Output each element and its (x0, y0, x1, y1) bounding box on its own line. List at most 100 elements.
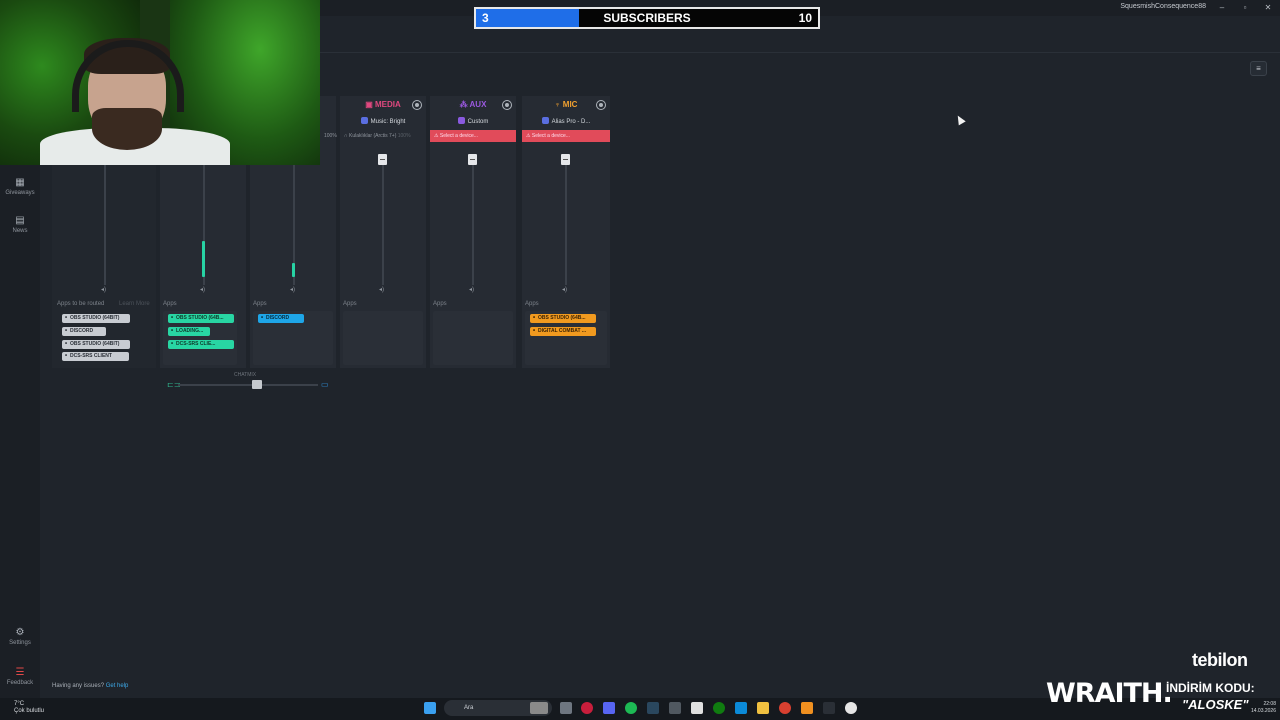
routed-apps-list: OBS STUDIO (64BIT) DISCORD OBS STUDIO (6… (57, 311, 151, 365)
discord-icon[interactable] (603, 702, 615, 714)
mic-fader-track[interactable] (565, 160, 567, 285)
app-chip[interactable]: OBS STUDIO (64B... (530, 314, 596, 323)
app-chip[interactable]: DIGITAL COMBAT ... (530, 327, 596, 336)
close-button[interactable]: ✕ (1258, 1, 1278, 14)
output-device-selector[interactable]: ⚠ Select a device... (430, 130, 516, 142)
promo-label: İNDİRİM KODU: (1166, 681, 1255, 695)
feedback-icon: ☰ (15, 667, 25, 678)
output-device-selector[interactable]: ∩ Kulaklıklar (Arctis 7+) 100% (340, 130, 426, 142)
output-device-name: Select a device... (439, 133, 478, 139)
get-help-link[interactable]: Get help (106, 683, 129, 689)
minimize-button[interactable]: – (1212, 1, 1232, 14)
apps-label: Apps (163, 301, 177, 307)
chatmix-slider-track[interactable] (178, 384, 318, 386)
sidebar-item-label: Settings (9, 640, 31, 646)
device-selector[interactable]: Alias Pro - D... (522, 116, 610, 128)
speaker-icon[interactable]: ◂) (469, 286, 474, 293)
windows-start-icon[interactable] (424, 702, 436, 714)
device-name: Music: Bright (370, 119, 406, 125)
media-fader-handle[interactable] (378, 154, 387, 165)
hamburger-menu-button[interactable]: ≡ (1250, 61, 1267, 76)
sidebar-item-giveaways[interactable]: ▦ Giveaways (0, 178, 40, 197)
sidebar-item-settings[interactable]: ⚙ Settings (0, 628, 40, 647)
output-device-name: Kulaklıklar (Arctis 7+) (348, 133, 397, 139)
sponsor-logo-wraith: WRAITH. (1046, 678, 1173, 709)
sponsor-logo-tebilon: tebilon (1192, 650, 1248, 670)
app-chip[interactable]: DCS-SRS CLIENT (62, 352, 129, 361)
aux-icon: ⁂ (459, 100, 468, 109)
device-selector[interactable]: Music: Bright (340, 116, 426, 128)
learn-more-link[interactable]: Learn More (119, 301, 150, 307)
file-explorer-icon[interactable] (757, 702, 769, 714)
routed-fader-track (104, 165, 106, 285)
gear-icon[interactable] (597, 101, 605, 109)
aux-fader-track[interactable] (472, 160, 474, 285)
app-chip[interactable]: OBS STUDIO (64BIT) (62, 314, 130, 323)
sidebar-item-label: Feedback (6, 680, 34, 686)
column-title: MIC (562, 100, 578, 109)
app-chip[interactable]: LOADING... (168, 327, 210, 336)
news-icon: ▤ (15, 215, 25, 226)
output-device-selector[interactable]: ⚠ Select a device... (522, 130, 610, 142)
apps-label: Apps (343, 301, 357, 307)
sidebar-item-feedback[interactable]: ☰ Feedback (0, 667, 40, 687)
help-footer: Having any issues? Get help (52, 683, 128, 689)
app-chip[interactable]: DISCORD (62, 327, 106, 336)
task-view-icon[interactable] (560, 702, 572, 714)
chatmix-slider-handle[interactable] (252, 380, 262, 389)
xbox-icon[interactable] (713, 702, 725, 714)
chat-bubble-icon: ▭ (321, 380, 329, 389)
chrome-icon[interactable] (779, 702, 791, 714)
speaker-icon[interactable]: ◂) (379, 286, 384, 293)
weather-widget[interactable]: 7°C Çok bulutlu (14, 701, 44, 715)
preset-icon (541, 117, 549, 124)
help-text: Having any issues? (52, 683, 105, 689)
speaker-icon[interactable]: ◂) (200, 286, 205, 293)
spotify-icon[interactable] (625, 702, 637, 714)
maximize-button[interactable]: ▫ (1235, 1, 1255, 14)
steam-icon[interactable] (647, 702, 659, 714)
epic-games-icon[interactable] (691, 702, 703, 714)
aux-column-header: ⁂ AUX (430, 96, 516, 116)
app-chip[interactable]: DCS-SRS CLIE... (168, 340, 234, 349)
microphone-mute-icon[interactable]: ◂) (562, 286, 567, 293)
app-chip[interactable]: OBS STUDIO (64BIT) (62, 340, 130, 349)
preset-icon (457, 117, 465, 124)
media-fader-track[interactable] (382, 160, 384, 285)
app-icon[interactable] (823, 702, 835, 714)
sidebar-item-news[interactable]: ▤ News (0, 215, 40, 235)
account-username[interactable]: SquesmishConsequence88 (1120, 3, 1206, 10)
apps-label: Apps (525, 301, 539, 307)
widget-icon[interactable] (530, 702, 548, 714)
app-icon[interactable] (801, 702, 813, 714)
subscriber-goal: 10 (798, 11, 812, 25)
clock-time: 22:08 (1263, 701, 1276, 707)
app-chip[interactable]: OBS STUDIO (64B... (168, 314, 234, 323)
speaker-icon[interactable]: ◂) (101, 286, 106, 293)
mic-fader-handle[interactable] (561, 154, 570, 165)
app-icon[interactable] (669, 702, 681, 714)
opera-icon[interactable] (581, 702, 593, 714)
subscriber-goal-bar: 3 SUBSCRIBERS 10 (474, 7, 820, 29)
weather-desc: Çok bulutlu (14, 708, 45, 714)
chat-level-meter (292, 262, 295, 277)
device-name: Alias Pro - D... (551, 119, 591, 125)
speaker-icon[interactable]: ◂) (290, 286, 295, 293)
clock-date: 14.03.2026 (1250, 708, 1276, 714)
promo-code: "ALOSKE" (1182, 697, 1249, 712)
obs-icon[interactable] (845, 702, 857, 714)
game-apps-list: OBS STUDIO (64B... LOADING... DCS-SRS CL… (163, 311, 237, 365)
output-device-name: Select a device... (531, 133, 570, 139)
aux-fader-handle[interactable] (468, 154, 477, 165)
taskbar-clock[interactable]: 22:08 14.03.2026 (1251, 701, 1276, 715)
apps-label: Apps (433, 301, 447, 307)
gear-icon[interactable] (413, 101, 421, 109)
gear-icon[interactable] (503, 101, 511, 109)
device-selector[interactable]: Custom (430, 116, 516, 128)
app-chip[interactable]: DISCORD (258, 314, 304, 323)
column-title: AUX (469, 100, 487, 109)
edge-icon[interactable] (735, 702, 747, 714)
preset-icon (360, 117, 368, 124)
mouse-cursor (954, 113, 966, 126)
mic-apps-list: OBS STUDIO (64B... DIGITAL COMBAT ... (525, 311, 607, 365)
